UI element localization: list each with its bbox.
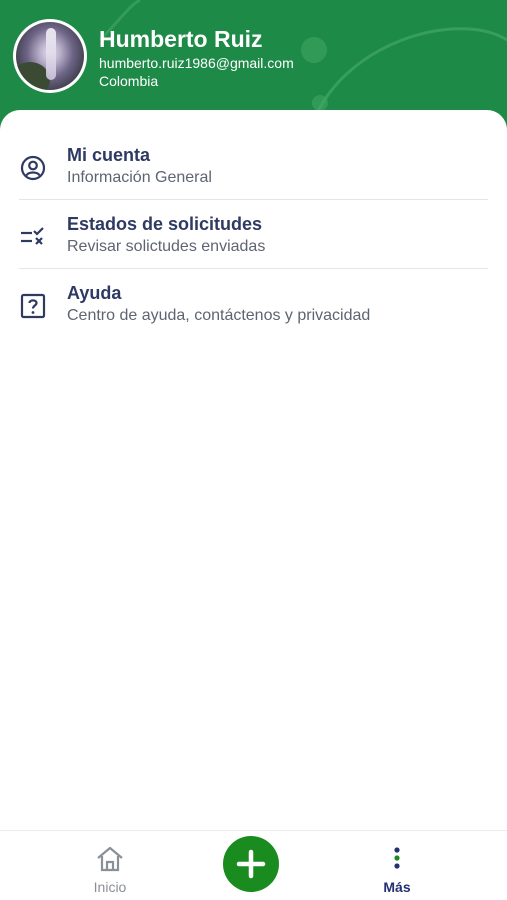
menu-sheet: Mi cuenta Información General Estados de…	[0, 110, 507, 830]
tab-inicio-label: Inicio	[93, 879, 127, 895]
divider	[19, 199, 488, 200]
menu-item-title: Estados de solicitudes	[67, 214, 263, 234]
profile-email: humberto.ruiz1986@gmail.com	[99, 55, 294, 71]
menu-item-subtitle: Información General	[67, 169, 212, 186]
profile-country: Colombia	[99, 73, 159, 89]
menu-item-subtitle: Centro de ayuda, contáctenos y privacida…	[67, 307, 371, 324]
add-button[interactable]	[223, 836, 279, 892]
menu-item-title: Ayuda	[67, 283, 122, 303]
profile-name: Humberto Ruiz	[99, 26, 263, 52]
question-box-icon	[20, 293, 46, 319]
menu-item-subtitle: Revisar solictudes enviadas	[67, 238, 266, 255]
avatar-photo	[16, 22, 84, 90]
tab-mas-label: Más	[383, 879, 411, 895]
more-vertical-icon	[394, 847, 400, 869]
tab-inicio[interactable]: Inicio	[55, 831, 165, 900]
tab-mas[interactable]: Más	[342, 831, 452, 900]
user-circle-icon	[20, 155, 46, 181]
divider	[19, 268, 488, 269]
avatar[interactable]	[13, 19, 87, 93]
checklist-icon	[21, 227, 44, 245]
menu-item-title: Mi cuenta	[67, 145, 151, 165]
menu-item-ayuda[interactable]: Ayuda Centro de ayuda, contáctenos y pri…	[19, 278, 488, 347]
plus-icon	[236, 849, 266, 879]
home-icon	[97, 846, 123, 872]
